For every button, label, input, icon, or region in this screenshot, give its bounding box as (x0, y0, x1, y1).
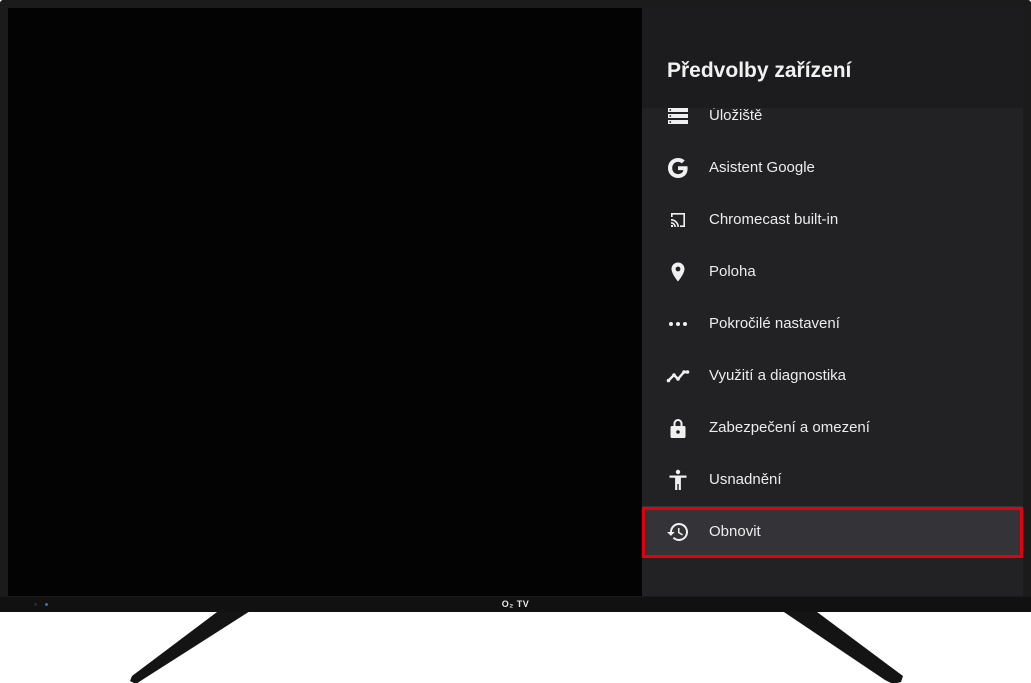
menu-item-google-assistant[interactable]: Asistent Google (642, 142, 1023, 194)
menu-item-accessibility[interactable]: Usnadnění (642, 454, 1023, 506)
menu-item-label: Obnovit (709, 523, 761, 540)
menu-item-storage[interactable]: Úložiště (642, 108, 1023, 142)
menu-item-label: Poloha (709, 263, 756, 280)
panel-header: Předvolby zařízení (642, 8, 1023, 108)
settings-panel: Úložiště Asistent Google Chromecast buil… (642, 8, 1023, 596)
lock-icon (666, 416, 690, 440)
menu-item-chromecast[interactable]: Chromecast built-in (642, 194, 1023, 246)
trend-line-icon (666, 364, 690, 388)
menu-item-label: Usnadnění (709, 471, 782, 488)
menu-item-location[interactable]: Poloha (642, 246, 1023, 298)
menu-item-advanced-settings[interactable]: Pokročilé nastavení (642, 298, 1023, 350)
menu-item-label: Asistent Google (709, 159, 815, 176)
menu-item-label: Úložiště (709, 108, 763, 124)
tv-photo: Úložiště Asistent Google Chromecast buil… (0, 0, 1031, 683)
cast-icon (666, 208, 690, 232)
restore-history-icon (666, 520, 690, 544)
menu-item-usage-diagnostics[interactable]: Využití a diagnostika (642, 350, 1023, 402)
brand-logo: O₂ TV (501, 599, 530, 609)
menu-item-label: Chromecast built-in (709, 211, 839, 228)
menu-item-label: Pokročilé nastavení (709, 315, 840, 332)
storage-icon (666, 108, 690, 128)
tv-chin: O₂ TV (0, 597, 1031, 612)
menu-item-label: Zabezpečení a omezení (709, 419, 870, 436)
menu-list: Úložiště Asistent Google Chromecast buil… (642, 108, 1023, 596)
tv-screen: Úložiště Asistent Google Chromecast buil… (8, 8, 1023, 596)
tv-bezel: Úložiště Asistent Google Chromecast buil… (0, 0, 1031, 612)
menu-item-reset[interactable]: Obnovit (642, 506, 1023, 558)
location-pin-icon (666, 260, 690, 284)
more-dots-icon (666, 312, 690, 336)
google-icon (666, 156, 690, 180)
menu-item-label: Využití a diagnostika (709, 367, 847, 384)
menu-item-security-restrictions[interactable]: Zabezpečení a omezení (642, 402, 1023, 454)
accessibility-icon (666, 468, 690, 492)
page-title: Předvolby zařízení (667, 59, 852, 82)
